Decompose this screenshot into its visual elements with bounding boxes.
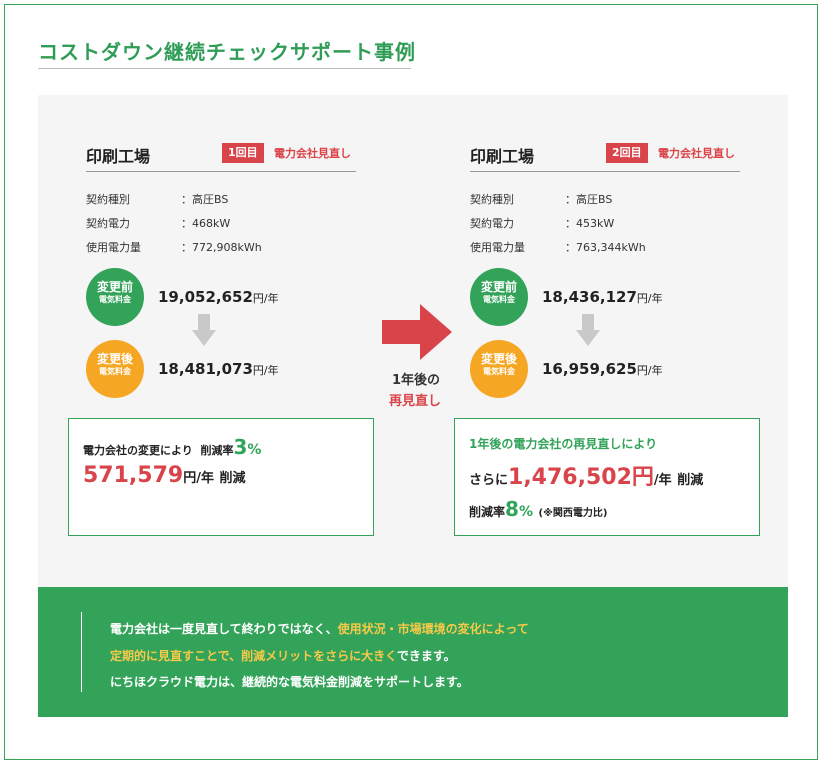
case-2-result-line1: 1年後の電力会社の再見直しにより	[469, 437, 658, 451]
spec-label: 使用電力量	[470, 241, 525, 254]
result-saving-suffix: 削減	[219, 471, 246, 486]
summary-banner: 電力会社は一度見直して終わりではなく、使用状況・市場環境の変化によって 定期的に…	[38, 587, 788, 717]
amount-unit: 円/年	[252, 364, 279, 377]
spec-label: 契約種別	[470, 193, 514, 206]
spec-value: ：772,908kWh	[181, 241, 262, 254]
spec-value: ：763,344kWh	[565, 241, 646, 254]
result-rate-label: 削減率	[200, 444, 234, 457]
result-saving: 1,476,502円	[508, 465, 654, 490]
summary-line-2: 定期的に見直すことで、削減メリットをさらに大きくできます。	[110, 647, 456, 664]
summary-line-3: にちほクラウド電力は、継続的な電気料金削減をサポートします。	[110, 675, 469, 689]
case-2-before-circle: 変更前 電気料金	[470, 268, 528, 326]
case-1-after-circle: 変更後 電気料金	[86, 340, 144, 398]
result-pct: %	[518, 504, 533, 520]
case-2-rule	[470, 171, 740, 172]
middle-label-1: 1年後の	[391, 373, 441, 388]
circle-title: 変更前	[96, 280, 133, 294]
case-2-after-circle: 変更後 電気料金	[470, 340, 528, 398]
title-underline	[38, 68, 411, 69]
case-2-badge: 2回目	[606, 143, 648, 163]
summary-text: 電力会社は一度見直して終わりではなく、	[110, 622, 338, 636]
result-text: さらに	[469, 473, 509, 488]
amount-unit: 円/年	[252, 292, 279, 305]
circle-sub: 電気料金	[483, 367, 515, 376]
result-rate: 8	[505, 497, 519, 521]
right-arrow-icon	[382, 304, 452, 360]
case-2-result-line2: さらに1,476,502円/年 削減	[469, 459, 703, 491]
circle-sub: 電気料金	[483, 295, 515, 304]
case-2-result-line3: 削減率8% (※関西電力比)	[469, 497, 607, 521]
circle-title: 変更後	[480, 352, 517, 366]
result-text: 電力会社の変更により	[83, 444, 193, 457]
amount-value: 18,481,073	[158, 360, 253, 378]
summary-line-1: 電力会社は一度見直して終わりではなく、使用状況・市場環境の変化によって	[110, 620, 529, 637]
case-1-badge: 1回目	[222, 143, 264, 163]
summary-highlight: 使用状況・市場環境の変化によって	[337, 622, 529, 636]
result-saving-unit: /年	[653, 473, 672, 488]
case-1-before-amount: 19,052,652円/年	[158, 288, 279, 306]
middle-label-2: 再見直し	[388, 394, 441, 409]
summary-highlight: 定期的に見直すことで、削減メリットをさらに大きく	[110, 649, 397, 663]
summary-rule	[81, 612, 82, 692]
case-1-title: 印刷工場	[86, 147, 151, 166]
case-2-result-box: 1年後の電力会社の再見直しにより さらに1,476,502円/年 削減 削減率8…	[454, 418, 760, 536]
spec-label: 使用電力量	[86, 241, 141, 254]
spec-value: ：468kW	[181, 217, 231, 230]
result-note: (※関西電力比)	[538, 508, 608, 519]
case-2-title: 印刷工場	[470, 147, 535, 166]
circle-sub: 電気料金	[99, 367, 131, 376]
case-2-after-amount: 16,959,625円/年	[542, 360, 663, 378]
down-arrow-icon	[576, 314, 600, 346]
result-saving: 571,579	[83, 463, 184, 488]
result-saving-unit: 円/年	[183, 471, 214, 486]
down-arrow-icon	[192, 314, 216, 346]
amount-value: 18,436,127	[542, 288, 637, 306]
case-1-result-box: 電力会社の変更により 削減率3% 571,579円/年 削減	[68, 418, 374, 536]
spec-label: 契約電力	[86, 217, 130, 230]
result-saving-suffix: 削減	[677, 473, 704, 488]
case-1-badge-text: 電力会社見直し	[274, 147, 351, 160]
case-1-after-amount: 18,481,073円/年	[158, 360, 279, 378]
result-rate-label: 削減率	[469, 505, 506, 519]
spec-value: ：高圧BS	[565, 193, 613, 206]
circle-title: 変更後	[96, 352, 133, 366]
amount-unit: 円/年	[636, 364, 663, 377]
case-1-before-circle: 変更前 電気料金	[86, 268, 144, 326]
case-1-result-line1: 電力会社の変更により 削減率3%	[83, 435, 261, 459]
case-2-before-amount: 18,436,127円/年	[542, 288, 663, 306]
amount-value: 16,959,625	[542, 360, 637, 378]
case-1-result-line2: 571,579円/年 削減	[83, 463, 246, 488]
spec-label: 契約電力	[470, 217, 514, 230]
amount-value: 19,052,652	[158, 288, 253, 306]
summary-text: できます。	[396, 649, 456, 663]
page-title: コストダウン継続チェックサポート事例	[38, 40, 416, 64]
circle-sub: 電気料金	[99, 295, 131, 304]
case-1-rule	[86, 171, 356, 172]
case-2-badge-text: 電力会社見直し	[658, 147, 735, 160]
spec-label: 契約種別	[86, 193, 130, 206]
spec-value: ：453kW	[565, 217, 615, 230]
result-pct: %	[247, 442, 262, 458]
circle-title: 変更前	[480, 280, 517, 294]
spec-value: ：高圧BS	[181, 193, 229, 206]
result-rate: 3	[233, 435, 248, 459]
amount-unit: 円/年	[636, 292, 663, 305]
